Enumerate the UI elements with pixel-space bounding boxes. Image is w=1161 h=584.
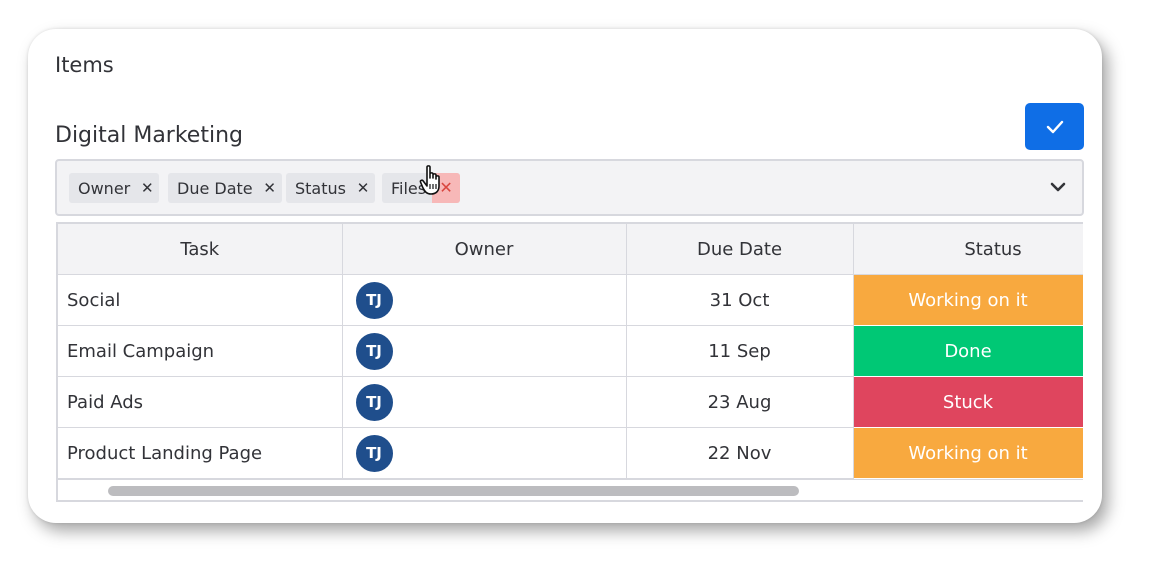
group-title: Digital Marketing bbox=[55, 123, 243, 148]
task-cell[interactable]: Paid Ads bbox=[58, 376, 343, 428]
chip-label: Status bbox=[295, 178, 346, 198]
column-header-due-date[interactable]: Due Date bbox=[626, 224, 854, 275]
status-badge[interactable]: Stuck bbox=[853, 376, 1083, 428]
checkmark-icon bbox=[1046, 120, 1063, 133]
owner-cell: TJ bbox=[342, 427, 627, 479]
items-table: Task Owner Due Date Status Social TJ 31 … bbox=[56, 222, 1083, 502]
task-cell[interactable]: Product Landing Page bbox=[58, 427, 343, 479]
close-icon[interactable]: ✕ bbox=[262, 179, 278, 197]
column-header-status[interactable]: Status bbox=[853, 224, 1083, 275]
chevron-down-icon[interactable] bbox=[1048, 177, 1068, 197]
filter-chip-owner: Owner ✕ bbox=[69, 173, 160, 203]
due-date-cell[interactable]: 23 Aug bbox=[626, 376, 854, 428]
status-badge[interactable]: Working on it bbox=[853, 427, 1083, 479]
status-badge[interactable]: Done bbox=[853, 325, 1083, 377]
chip-label: Due Date bbox=[177, 178, 253, 198]
table-row: Email Campaign TJ 11 Sep Done bbox=[58, 325, 1083, 377]
table-row: Social TJ 31 Oct Working on it bbox=[58, 274, 1083, 326]
chip-label: Owner bbox=[78, 178, 131, 198]
table-header-row: Task Owner Due Date Status bbox=[58, 224, 1083, 275]
page-title: Items bbox=[55, 53, 114, 77]
owner-cell: TJ bbox=[342, 274, 627, 326]
status-badge[interactable]: Working on it bbox=[853, 274, 1083, 326]
column-header-owner[interactable]: Owner bbox=[342, 224, 627, 275]
avatar[interactable]: TJ bbox=[355, 281, 393, 319]
column-header-task[interactable]: Task bbox=[58, 224, 343, 275]
confirm-button[interactable] bbox=[1025, 103, 1084, 150]
scrollbar-thumb[interactable] bbox=[108, 486, 799, 496]
table-row: Product Landing Page TJ 22 Nov Working o… bbox=[58, 427, 1083, 479]
avatar[interactable]: TJ bbox=[355, 332, 393, 370]
close-icon[interactable]: ✕ bbox=[432, 173, 461, 203]
avatar[interactable]: TJ bbox=[355, 383, 393, 421]
due-date-cell[interactable]: 22 Nov bbox=[626, 427, 854, 479]
close-icon[interactable]: ✕ bbox=[139, 179, 155, 197]
task-cell[interactable]: Social bbox=[58, 274, 343, 326]
avatar[interactable]: TJ bbox=[355, 434, 393, 472]
table-row: Paid Ads TJ 23 Aug Stuck bbox=[58, 376, 1083, 428]
filter-chip-due-date: Due Date ✕ bbox=[168, 173, 282, 203]
due-date-cell[interactable]: 11 Sep bbox=[626, 325, 854, 377]
close-icon[interactable]: ✕ bbox=[355, 179, 371, 197]
filter-chip-files: Files ✕ bbox=[382, 173, 461, 203]
task-cell[interactable]: Email Campaign bbox=[58, 325, 343, 377]
owner-cell: TJ bbox=[342, 376, 627, 428]
chip-label: Files bbox=[391, 178, 427, 198]
horizontal-scrollbar[interactable] bbox=[58, 479, 1083, 500]
due-date-cell[interactable]: 31 Oct bbox=[626, 274, 854, 326]
owner-cell: TJ bbox=[342, 325, 627, 377]
filter-chip-status: Status ✕ bbox=[286, 173, 375, 203]
items-card: Items Digital Marketing Owner ✕ Due Date… bbox=[28, 29, 1102, 523]
column-filter-bar[interactable]: Owner ✕ Due Date ✕ Status ✕ Files ✕ bbox=[55, 159, 1084, 216]
